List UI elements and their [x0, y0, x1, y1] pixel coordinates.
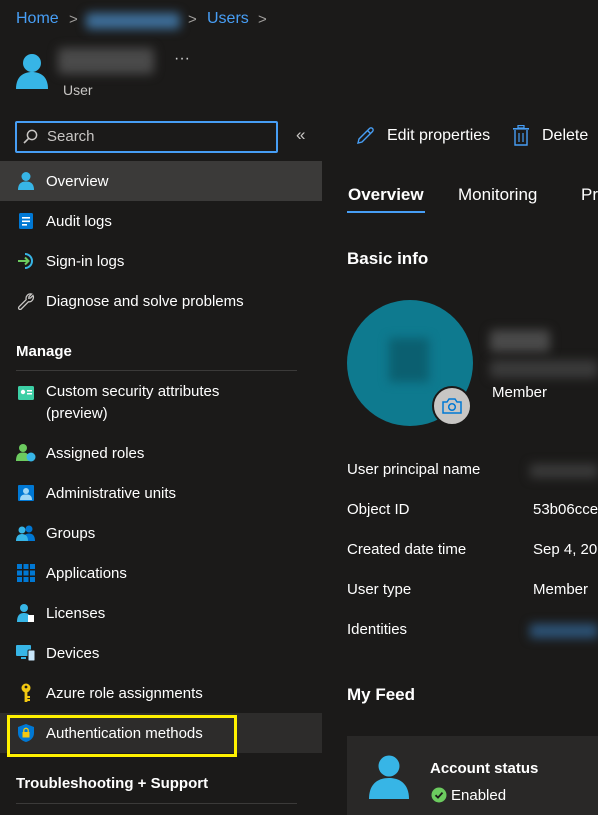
search-box[interactable]: Search [15, 121, 278, 153]
divider [16, 370, 297, 371]
divider [16, 803, 297, 804]
user-avatar-icon [16, 54, 48, 89]
audit-log-icon [16, 211, 36, 231]
prop-label-object-id: Object ID [347, 501, 410, 518]
my-feed-heading: My Feed [347, 685, 416, 704]
sidebar-item-label: Audit logs [46, 212, 112, 230]
account-status-value: Enabled [451, 787, 507, 804]
tab-overview[interactable]: Overview [348, 185, 424, 205]
security-attributes-icon [16, 383, 36, 403]
sidebar-item-overview[interactable]: Overview [0, 161, 322, 201]
breadcrumb-separator: > [258, 11, 267, 28]
tab-properties[interactable]: Pr [581, 185, 598, 205]
user-header: ··· User [14, 44, 314, 100]
breadcrumb-home[interactable]: Home [16, 10, 59, 28]
sign-in-icon [16, 251, 36, 271]
check-circle-icon [431, 787, 447, 803]
account-status-title: Account status [430, 760, 539, 777]
sidebar-item-label: Assigned roles [46, 444, 145, 462]
sidebar-item-devices[interactable]: Devices [0, 633, 322, 673]
breadcrumb: Home > > Users > [16, 10, 316, 32]
prop-value-object-id: 53b06cce [533, 501, 598, 518]
sidebar-item-licenses[interactable]: Licenses [0, 593, 322, 633]
sidebar-item-label: Custom security attributes [46, 383, 220, 400]
change-photo-button[interactable] [432, 386, 472, 426]
manage-heading: Manage [16, 343, 72, 360]
user-icon [369, 755, 409, 799]
delete-label: Delete [542, 127, 589, 144]
profile-name-blurred [490, 330, 550, 352]
prop-label-user-type: User type [347, 581, 412, 598]
basic-info-heading: Basic info [347, 249, 429, 268]
delete-button[interactable]: Delete [512, 124, 598, 148]
sidebar-item-label: Sign-in logs [46, 252, 125, 270]
key-icon [16, 683, 36, 703]
sidebar-item-groups[interactable]: Groups [0, 513, 322, 553]
sidebar-item-sign-in-logs[interactable]: Sign-in logs [0, 241, 322, 281]
page-subtitle: User [63, 82, 93, 98]
prop-label-identities: Identities [347, 621, 408, 638]
sidebar-item-applications[interactable]: Applications [0, 553, 322, 593]
prop-label-created: Created date time [347, 541, 467, 558]
more-options-button[interactable]: ··· [174, 50, 190, 68]
user-icon [16, 171, 36, 191]
account-status-card: Account status Enabled [347, 736, 598, 815]
edit-properties-button[interactable]: Edit properties [355, 124, 500, 148]
sidebar-item-label: Groups [46, 524, 96, 542]
tab-active-underline [347, 211, 425, 213]
admin-units-icon [16, 483, 36, 503]
sidebar-item-assigned-roles[interactable]: Assigned roles [0, 433, 322, 473]
sidebar-item-azure-role-assignments[interactable]: Azure role assignments [0, 673, 322, 713]
sidebar-item-audit-logs[interactable]: Audit logs [0, 201, 322, 241]
sidebar-item-administrative-units[interactable]: Administrative units [0, 473, 322, 513]
sidebar-item-label: Azure role assignments [46, 684, 203, 702]
groups-icon [16, 523, 36, 543]
devices-icon [16, 643, 36, 663]
search-placeholder: Search [47, 128, 95, 145]
tab-monitoring[interactable]: Monitoring [458, 185, 537, 205]
sidebar-item-label: Devices [46, 644, 100, 662]
breadcrumb-tenant-blurred[interactable] [86, 13, 180, 29]
breadcrumb-separator: > [69, 11, 78, 28]
edit-properties-label: Edit properties [387, 127, 491, 144]
sidebar-item-diagnose[interactable]: Diagnose and solve problems [0, 281, 322, 321]
camera-icon [442, 398, 462, 414]
profile-user-type: Member [492, 384, 548, 401]
highlight-box [7, 715, 237, 757]
prop-value-upn-blurred [530, 464, 598, 478]
prop-value-user-type: Member [533, 581, 589, 598]
licenses-icon [16, 603, 36, 623]
prop-value-created: Sep 4, 20 [533, 541, 598, 558]
pencil-icon [357, 127, 374, 144]
wrench-icon [16, 291, 36, 311]
troubleshooting-heading: Troubleshooting + Support [16, 775, 209, 792]
sidebar-item-label-secondary: (preview) [46, 405, 108, 422]
breadcrumb-separator: > [188, 11, 197, 28]
sidebar-item-label: Diagnose and solve problems [46, 292, 244, 310]
collapse-sidebar-button[interactable]: « [296, 125, 305, 145]
sidebar-item-label: Administrative units [46, 484, 177, 502]
sidebar-item-label: Overview [46, 172, 109, 190]
sidebar-item-label: Applications [46, 564, 127, 582]
applications-icon [16, 563, 36, 583]
prop-value-identities-blurred[interactable] [530, 624, 598, 638]
trash-icon [513, 125, 529, 146]
profile-email-blurred [490, 360, 598, 378]
assigned-roles-icon [16, 443, 36, 463]
sidebar-item-label: Licenses [46, 604, 106, 622]
breadcrumb-users[interactable]: Users [207, 10, 249, 28]
sidebar-item-custom-security-attributes[interactable]: Custom security attributes (preview) [0, 380, 322, 428]
user-name-blurred [58, 48, 154, 74]
prop-label-upn: User principal name [347, 461, 481, 478]
search-icon [23, 129, 38, 144]
